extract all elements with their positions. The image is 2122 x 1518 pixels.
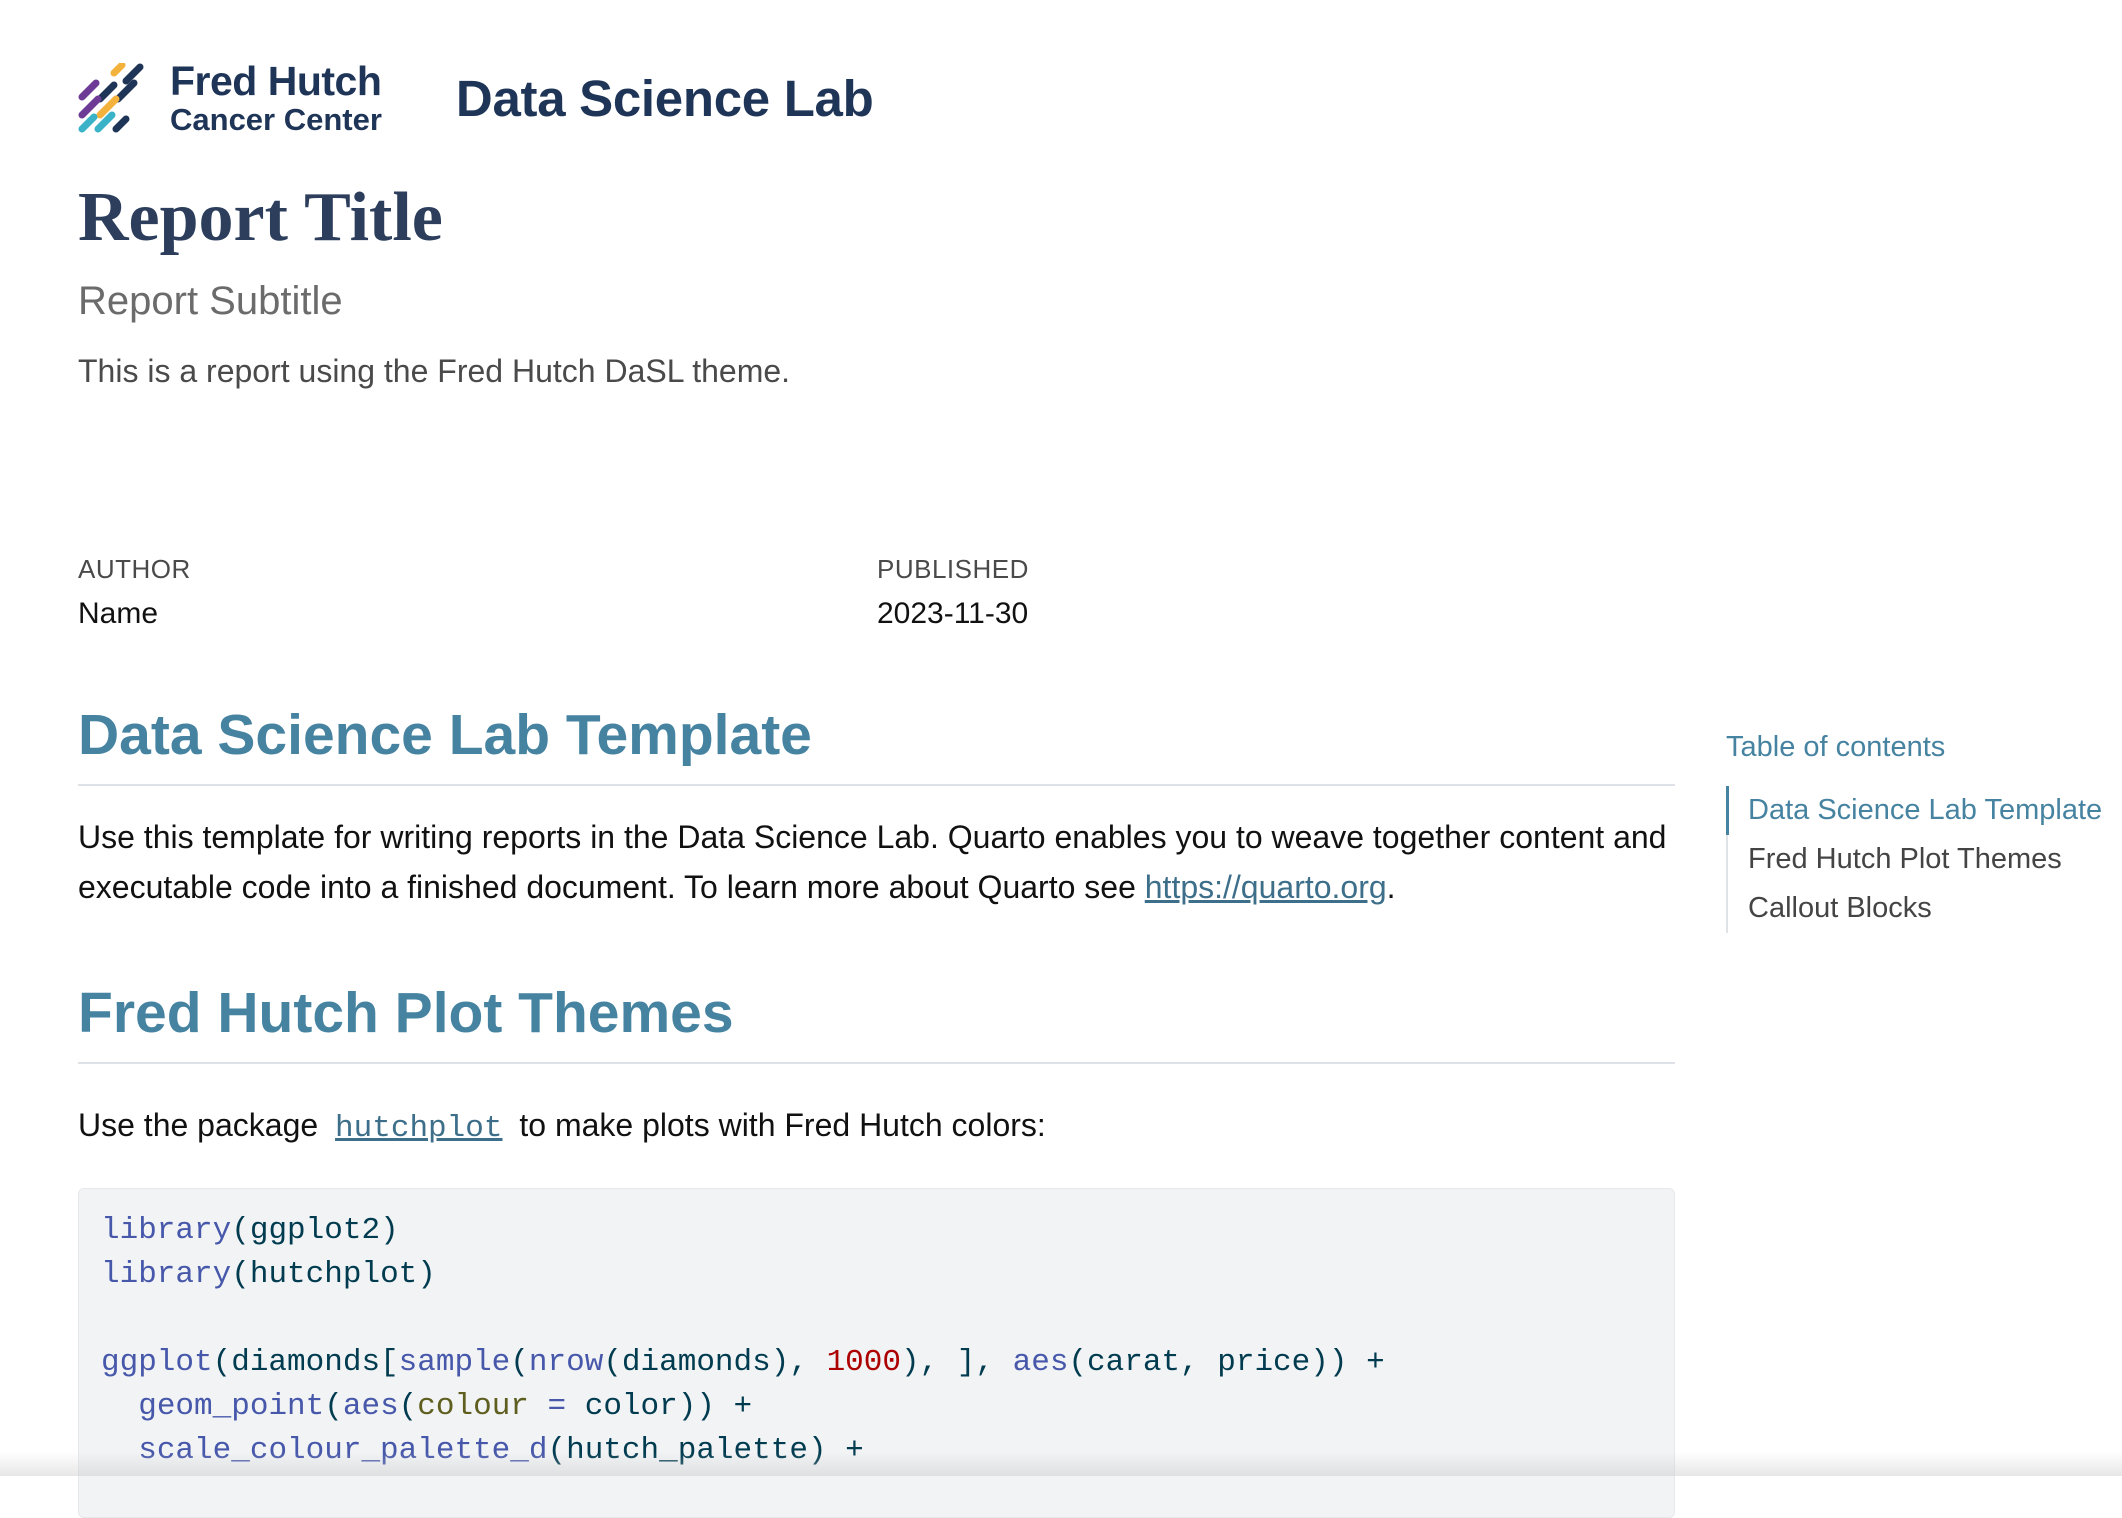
author-label: AUTHOR bbox=[78, 554, 191, 584]
paragraph-text: Use the package bbox=[78, 1107, 319, 1143]
toc-item-data-science-lab-template[interactable]: Data Science Lab Template bbox=[1726, 786, 2106, 835]
hutchplot-link[interactable]: hutchplot bbox=[327, 1111, 510, 1146]
logo-wordmark[interactable]: Fred Hutch Cancer Center bbox=[170, 58, 382, 137]
scroll-fade bbox=[0, 1452, 2122, 1476]
code-function: aes bbox=[342, 1389, 399, 1424]
report-metadata: AUTHOR Name PUBLISHED 2023-11-30 bbox=[78, 552, 1676, 634]
author-meta: AUTHOR Name bbox=[78, 552, 877, 634]
section-paragraph: Use the package hutchplot to make plots … bbox=[78, 1100, 1675, 1154]
report-title: Report Title bbox=[78, 179, 443, 256]
title-block: Report Title Report Subtitle This is a r… bbox=[78, 176, 1678, 392]
logo-line-1: Fred Hutch bbox=[170, 58, 382, 104]
code-text: (diamonds[ bbox=[212, 1345, 399, 1380]
report-subtitle: Report Subtitle bbox=[78, 279, 343, 323]
code-function: library bbox=[101, 1213, 232, 1248]
toc-list: Data Science Lab Template Fred Hutch Plo… bbox=[1726, 786, 2106, 933]
code-text: ( bbox=[510, 1345, 529, 1380]
published-label: PUBLISHED bbox=[877, 554, 1029, 584]
main-content: Data Science Lab Template Use this templ… bbox=[78, 700, 1675, 1518]
code-function: geom_point bbox=[138, 1389, 325, 1424]
code-function: library bbox=[101, 1257, 232, 1292]
code-operator: = bbox=[528, 1389, 585, 1424]
code-text: color)) + bbox=[584, 1389, 753, 1424]
code-function: sample bbox=[398, 1345, 511, 1380]
toc-title: Table of contents bbox=[1726, 731, 1946, 763]
toc-item-fred-hutch-plot-themes[interactable]: Fred Hutch Plot Themes bbox=[1728, 835, 2106, 884]
section-heading-data-science-lab-template: Data Science Lab Template bbox=[78, 700, 1675, 786]
author-value: Name bbox=[78, 597, 159, 630]
code-function: nrow bbox=[528, 1345, 604, 1380]
table-of-contents: Table of contents Data Science Lab Templ… bbox=[1726, 728, 2106, 933]
section-paragraph: Use this template for writing reports in… bbox=[78, 812, 1675, 912]
code-argument: hutchplot bbox=[249, 1257, 418, 1292]
report-description: This is a report using the Fred Hutch Da… bbox=[78, 353, 791, 389]
code-argument-name: colour bbox=[417, 1389, 529, 1424]
code-line: geom_point(aes(colour = color)) + bbox=[101, 1385, 1652, 1429]
section-heading-fred-hutch-plot-themes: Fred Hutch Plot Themes bbox=[78, 978, 1675, 1064]
site-header: Fred Hutch Cancer Center Data Science La… bbox=[78, 58, 874, 138]
code-function: aes bbox=[1012, 1345, 1069, 1380]
published-value: 2023-11-30 bbox=[877, 597, 1029, 630]
code-line: library(hutchplot) bbox=[101, 1257, 436, 1292]
code-function: ggplot bbox=[101, 1345, 213, 1380]
code-text: ( bbox=[398, 1389, 418, 1424]
code-argument: ggplot2 bbox=[249, 1213, 381, 1248]
paragraph-text: Use this template for writing reports in… bbox=[78, 819, 1667, 905]
quarto-link[interactable]: https://quarto.org bbox=[1145, 869, 1387, 905]
fred-hutch-logo-icon[interactable] bbox=[78, 63, 148, 133]
toc-item-callout-blocks[interactable]: Callout Blocks bbox=[1728, 884, 2106, 933]
logo-line-2: Cancer Center bbox=[170, 102, 382, 137]
lab-name: Data Science Lab bbox=[455, 69, 874, 127]
paragraph-text-after: to make plots with Fred Hutch colors: bbox=[519, 1107, 1046, 1143]
published-meta: PUBLISHED 2023-11-30 bbox=[877, 552, 1676, 634]
code-text: ( bbox=[324, 1389, 343, 1424]
code-text: (carat, price)) + bbox=[1068, 1345, 1385, 1380]
code-text: ), ], bbox=[900, 1345, 1013, 1380]
code-number: 1000 bbox=[826, 1345, 901, 1380]
code-line: ggplot(diamonds[sample(nrow(diamonds), 1… bbox=[101, 1341, 1652, 1385]
paragraph-end: . bbox=[1386, 869, 1396, 905]
code-line: library(ggplot2) bbox=[101, 1213, 399, 1248]
code-text: (diamonds), bbox=[603, 1345, 827, 1380]
